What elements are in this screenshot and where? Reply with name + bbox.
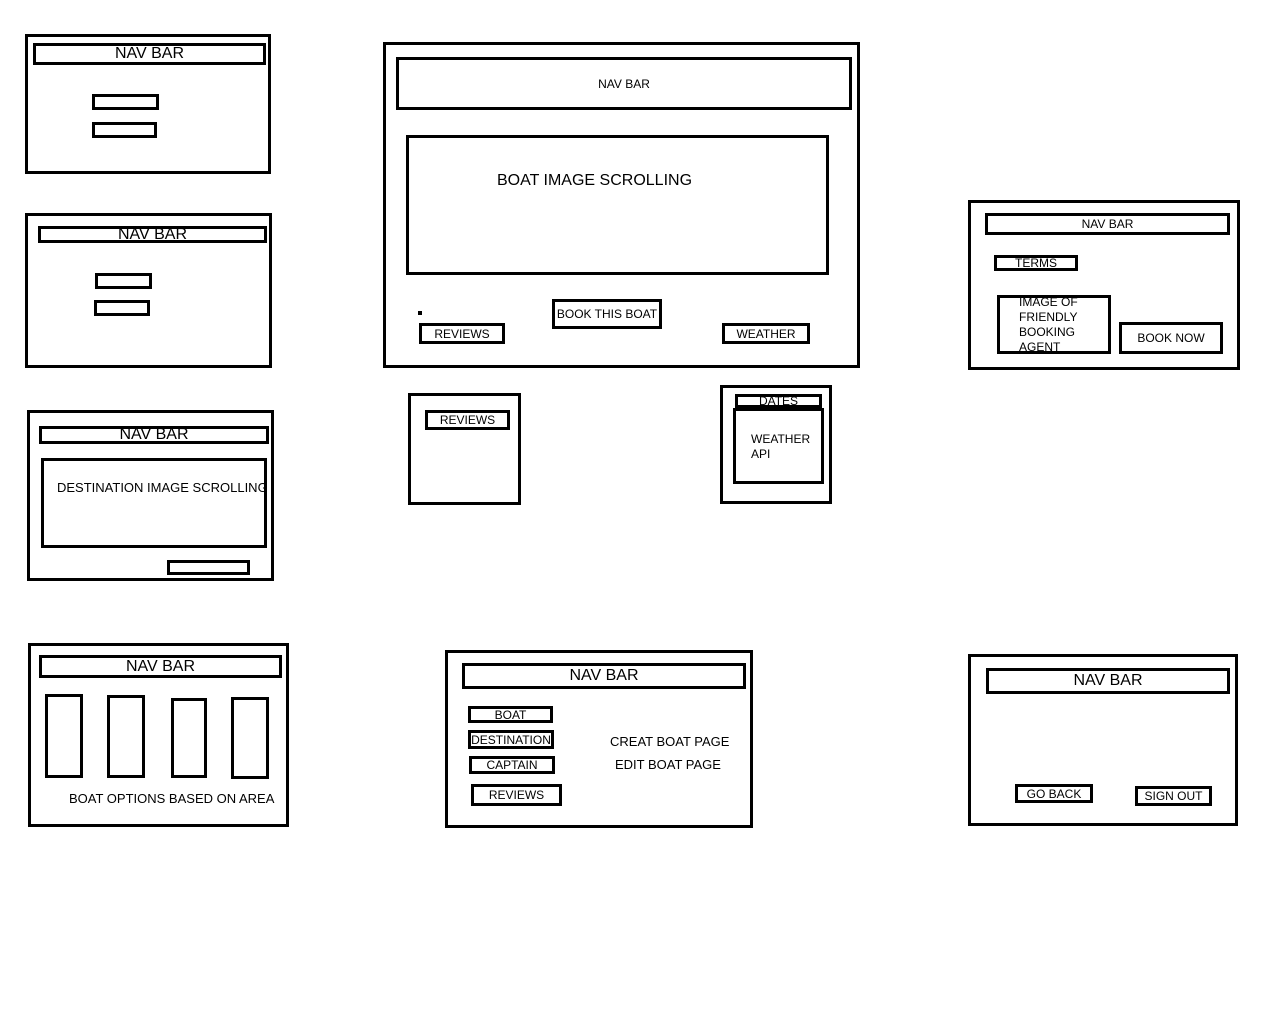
signup-frame: NAV BAR (25, 213, 272, 368)
booking-agent-label: IMAGE OF FRIENDLY BOOKING AGENT (1019, 295, 1078, 354)
weather-api-widget: WEATHER API (733, 408, 824, 484)
boat-card[interactable] (231, 697, 269, 779)
password-field[interactable] (94, 300, 150, 316)
signout-frame: NAV BAR GO BACK SIGN OUT (968, 654, 1238, 826)
bullet-marker (418, 311, 422, 315)
boat-page-frame: NAV BAR BOAT IMAGE SCROLLING REVIEWS BOO… (383, 42, 860, 368)
destinations-frame: NAV BAR DESTINATION IMAGE SCROLLING (27, 410, 274, 581)
nav-bar[interactable]: NAV BAR (396, 57, 852, 110)
weather-api-label: WEATHER API (751, 432, 811, 461)
reviews-button[interactable]: REVIEWS (419, 323, 505, 344)
sign-out-button[interactable]: SIGN OUT (1135, 786, 1212, 806)
boat-options-frame: NAV BAR BOAT OPTIONS BASED ON AREA (28, 643, 289, 827)
nav-bar[interactable]: NAV BAR (985, 213, 1230, 235)
booking-agent-image: IMAGE OF FRIENDLY BOOKING AGENT (997, 295, 1111, 354)
nav-bar[interactable]: NAV BAR (39, 655, 282, 678)
password-field[interactable] (92, 122, 157, 138)
username-field[interactable] (92, 94, 159, 110)
username-field[interactable] (95, 273, 152, 289)
carousel-label: BOAT IMAGE SCROLLING (497, 172, 693, 189)
boat-options-caption: BOAT OPTIONS BASED ON AREA (69, 791, 275, 806)
nav-bar[interactable]: NAV BAR (986, 668, 1230, 694)
captain-button[interactable]: CAPTAIN (469, 756, 555, 774)
dates-field[interactable]: DATES (735, 394, 822, 408)
destination-image-carousel[interactable]: DESTINATION IMAGE SCROLLING (41, 458, 268, 548)
book-now-button[interactable]: BOOK NOW (1119, 322, 1223, 354)
terms-link[interactable]: TERMS (994, 255, 1078, 271)
boat-card[interactable] (171, 698, 207, 778)
go-back-button[interactable]: GO BACK (1015, 784, 1093, 803)
weather-button[interactable]: WEATHER (722, 323, 810, 344)
boat-card[interactable] (45, 694, 83, 778)
booking-frame: NAV BAR TERMS IMAGE OF FRIENDLY BOOKING … (968, 200, 1240, 370)
reviews-frame: REVIEWS (408, 393, 521, 505)
book-this-boat-button[interactable]: BOOK THIS BOAT (552, 299, 662, 329)
create-boat-page-link[interactable]: CREAT BOAT PAGE (610, 735, 729, 748)
boat-button[interactable]: BOAT (468, 706, 553, 723)
nav-bar[interactable]: NAV BAR (39, 426, 269, 444)
reviews-header[interactable]: REVIEWS (425, 410, 510, 430)
continue-button[interactable] (167, 560, 250, 575)
nav-bar[interactable]: NAV BAR (462, 663, 746, 689)
reviews-button[interactable]: REVIEWS (471, 784, 562, 806)
destination-button[interactable]: DESTINATION (468, 730, 554, 749)
weather-frame: DATES WEATHER API (720, 385, 832, 504)
boat-card[interactable] (107, 695, 145, 778)
boat-image-carousel[interactable]: BOAT IMAGE SCROLLING (406, 135, 829, 275)
admin-frame: NAV BAR BOAT DESTINATION CAPTAIN REVIEWS… (445, 650, 753, 828)
login-frame: NAV BAR (25, 34, 271, 174)
nav-bar[interactable]: NAV BAR (33, 43, 266, 65)
carousel-label: DESTINATION IMAGE SCROLLING (57, 480, 268, 495)
edit-boat-page-link[interactable]: EDIT BOAT PAGE (615, 758, 721, 771)
nav-bar[interactable]: NAV BAR (38, 226, 267, 243)
